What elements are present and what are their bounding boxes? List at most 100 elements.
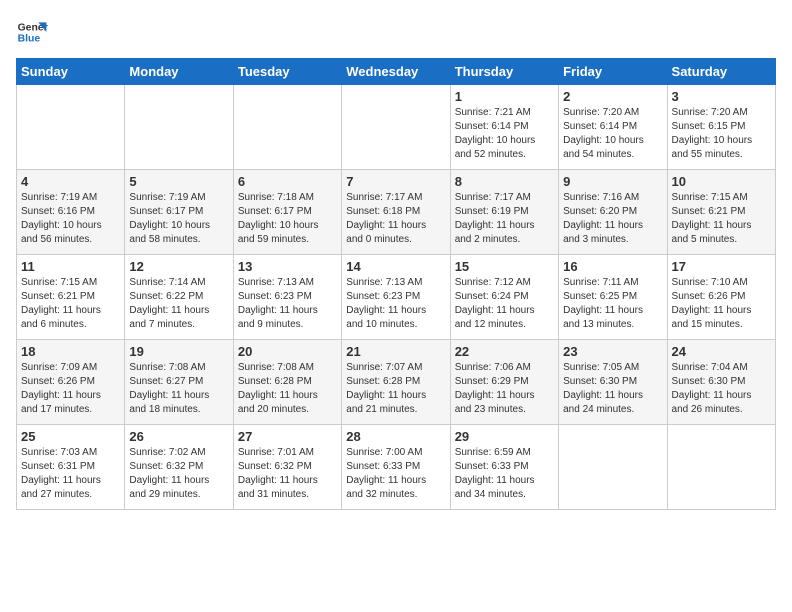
day-number: 1 [455, 89, 554, 104]
day-info: Sunrise: 7:13 AMSunset: 6:23 PMDaylight:… [238, 276, 337, 332]
calendar-cell [125, 85, 233, 170]
weekday-header-thursday: Thursday [450, 59, 558, 85]
logo-icon: General Blue [16, 16, 48, 48]
calendar-cell: 2Sunrise: 7:20 AMSunset: 6:14 PMDaylight… [559, 85, 667, 170]
day-number: 12 [129, 259, 228, 274]
day-info: Sunrise: 7:06 AMSunset: 6:29 PMDaylight:… [455, 361, 554, 417]
day-number: 10 [672, 174, 771, 189]
day-info: Sunrise: 7:20 AMSunset: 6:15 PMDaylight:… [672, 106, 771, 162]
calendar-cell: 25 Sunrise: 7:03 AMSunset: 6:31 PMDayligh… [17, 425, 125, 510]
calendar-cell: 13 Sunrise: 7:13 AMSunset: 6:23 PMDayligh… [233, 255, 341, 340]
day-number: 6 [238, 174, 337, 189]
day-number: 17 [672, 259, 771, 274]
calendar-table: SundayMondayTuesdayWednesdayThursdayFrid… [16, 58, 776, 510]
weekday-header-wednesday: Wednesday [342, 59, 450, 85]
day-info: Sunrise: 7:16 AMSunset: 6:20 PMDaylight:… [563, 191, 662, 247]
day-info: Sunrise: 7:07 AMSunset: 6:28 PMDaylight:… [346, 361, 445, 417]
calendar-cell: 5 Sunrise: 7:19 AMSunset: 6:17 PMDaylight… [125, 170, 233, 255]
day-number: 15 [455, 259, 554, 274]
day-info: Sunrise: 7:01 AMSunset: 6:32 PMDaylight:… [238, 446, 337, 502]
calendar-cell: 21Sunrise: 7:07 AMSunset: 6:28 PMDayligh… [342, 340, 450, 425]
calendar-cell: 1 Sunrise: 7:21 AMSunset: 6:14 PMDaylight… [450, 85, 558, 170]
day-info: Sunrise: 7:19 AMSunset: 6:17 PMDaylight:… [129, 191, 228, 247]
day-info: Sunrise: 7:03 AMSunset: 6:31 PMDaylight:… [21, 446, 120, 502]
calendar-cell: 8 Sunrise: 7:17 AMSunset: 6:19 PMDaylight… [450, 170, 558, 255]
calendar-cell: 9Sunrise: 7:16 AMSunset: 6:20 PMDaylight… [559, 170, 667, 255]
day-info: Sunrise: 7:11 AMSunset: 6:25 PMDaylight:… [563, 276, 662, 332]
day-info: Sunrise: 7:20 AMSunset: 6:14 PMDaylight:… [563, 106, 662, 162]
calendar-cell: 4 Sunrise: 7:19 AMSunset: 6:16 PMDaylight… [17, 170, 125, 255]
day-info: Sunrise: 7:17 AMSunset: 6:18 PMDaylight:… [346, 191, 445, 247]
day-number: 4 [21, 174, 120, 189]
day-number: 13 [238, 259, 337, 274]
day-info: Sunrise: 7:18 AMSunset: 6:17 PMDaylight:… [238, 191, 337, 247]
calendar-cell [667, 425, 775, 510]
calendar-cell: 24 Sunrise: 7:04 AMSunset: 6:30 PMDayligh… [667, 340, 775, 425]
day-info: Sunrise: 7:21 AMSunset: 6:14 PMDaylight:… [455, 106, 554, 162]
day-info: Sunrise: 7:17 AMSunset: 6:19 PMDaylight:… [455, 191, 554, 247]
day-number: 14 [346, 259, 445, 274]
calendar-cell: 7 Sunrise: 7:17 AMSunset: 6:18 PMDaylight… [342, 170, 450, 255]
weekday-header-sunday: Sunday [17, 59, 125, 85]
calendar-cell: 14 Sunrise: 7:13 AMSunset: 6:23 PMDayligh… [342, 255, 450, 340]
day-number: 7 [346, 174, 445, 189]
calendar-cell: 27 Sunrise: 7:01 AMSunset: 6:32 PMDayligh… [233, 425, 341, 510]
day-info: Sunrise: 7:14 AMSunset: 6:22 PMDaylight:… [129, 276, 228, 332]
calendar-cell: 19Sunrise: 7:08 AMSunset: 6:27 PMDayligh… [125, 340, 233, 425]
day-info: Sunrise: 7:19 AMSunset: 6:16 PMDaylight:… [21, 191, 120, 247]
calendar-cell: 10 Sunrise: 7:15 AMSunset: 6:21 PMDayligh… [667, 170, 775, 255]
day-info: Sunrise: 7:10 AMSunset: 6:26 PMDaylight:… [672, 276, 771, 332]
calendar-cell: 11 Sunrise: 7:15 AMSunset: 6:21 PMDayligh… [17, 255, 125, 340]
day-number: 11 [21, 259, 120, 274]
day-info: Sunrise: 7:00 AMSunset: 6:33 PMDaylight:… [346, 446, 445, 502]
day-number: 23 [563, 344, 662, 359]
calendar-cell: 22 Sunrise: 7:06 AMSunset: 6:29 PMDayligh… [450, 340, 558, 425]
calendar-cell: 12 Sunrise: 7:14 AMSunset: 6:22 PMDayligh… [125, 255, 233, 340]
calendar-cell [17, 85, 125, 170]
calendar-cell: 26 Sunrise: 7:02 AMSunset: 6:32 PMDayligh… [125, 425, 233, 510]
day-number: 18 [21, 344, 120, 359]
day-number: 5 [129, 174, 228, 189]
day-number: 28 [346, 429, 445, 444]
day-info: Sunrise: 7:13 AMSunset: 6:23 PMDaylight:… [346, 276, 445, 332]
day-number: 27 [238, 429, 337, 444]
svg-text:Blue: Blue [18, 34, 41, 45]
day-info: Sunrise: 6:59 AMSunset: 6:33 PMDaylight:… [455, 446, 554, 502]
day-info: Sunrise: 7:08 AMSunset: 6:28 PMDaylight:… [238, 361, 337, 417]
day-info: Sunrise: 7:12 AMSunset: 6:24 PMDaylight:… [455, 276, 554, 332]
calendar-cell [559, 425, 667, 510]
weekday-header-saturday: Saturday [667, 59, 775, 85]
calendar-cell: 15 Sunrise: 7:12 AMSunset: 6:24 PMDayligh… [450, 255, 558, 340]
day-info: Sunrise: 7:15 AMSunset: 6:21 PMDaylight:… [21, 276, 120, 332]
day-number: 8 [455, 174, 554, 189]
logo: General Blue [16, 16, 48, 48]
day-info: Sunrise: 7:15 AMSunset: 6:21 PMDaylight:… [672, 191, 771, 247]
calendar-cell [342, 85, 450, 170]
calendar-cell: 29 Sunrise: 6:59 AMSunset: 6:33 PMDayligh… [450, 425, 558, 510]
page-header: General Blue [16, 16, 776, 48]
day-number: 29 [455, 429, 554, 444]
day-info: Sunrise: 7:09 AMSunset: 6:26 PMDaylight:… [21, 361, 120, 417]
calendar-cell: 3 Sunrise: 7:20 AMSunset: 6:15 PMDaylight… [667, 85, 775, 170]
day-number: 25 [21, 429, 120, 444]
calendar-cell [233, 85, 341, 170]
calendar-cell: 28 Sunrise: 7:00 AMSunset: 6:33 PMDayligh… [342, 425, 450, 510]
day-info: Sunrise: 7:05 AMSunset: 6:30 PMDaylight:… [563, 361, 662, 417]
day-number: 26 [129, 429, 228, 444]
day-number: 24 [672, 344, 771, 359]
day-number: 22 [455, 344, 554, 359]
calendar-cell: 23 Sunrise: 7:05 AMSunset: 6:30 PMDayligh… [559, 340, 667, 425]
calendar-cell: 6 Sunrise: 7:18 AMSunset: 6:17 PMDaylight… [233, 170, 341, 255]
day-number: 20 [238, 344, 337, 359]
calendar-cell: 18 Sunrise: 7:09 AMSunset: 6:26 PMDayligh… [17, 340, 125, 425]
calendar-cell: 16 Sunrise: 7:11 AMSunset: 6:25 PMDayligh… [559, 255, 667, 340]
day-number: 3 [672, 89, 771, 104]
calendar-cell: 20 Sunrise: 7:08 AMSunset: 6:28 PMDayligh… [233, 340, 341, 425]
weekday-header-monday: Monday [125, 59, 233, 85]
weekday-header-tuesday: Tuesday [233, 59, 341, 85]
calendar-cell: 17 Sunrise: 7:10 AMSunset: 6:26 PMDayligh… [667, 255, 775, 340]
day-info: Sunrise: 7:04 AMSunset: 6:30 PMDaylight:… [672, 361, 771, 417]
day-info: Sunrise: 7:02 AMSunset: 6:32 PMDaylight:… [129, 446, 228, 502]
day-number: 16 [563, 259, 662, 274]
day-number: 19 [129, 344, 228, 359]
